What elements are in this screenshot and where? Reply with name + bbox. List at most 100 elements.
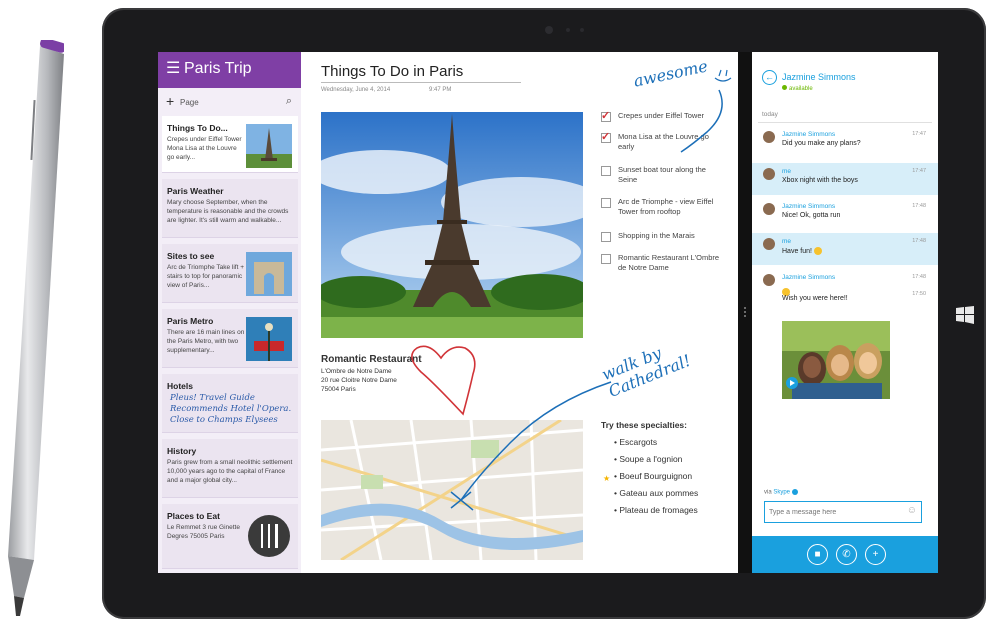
- note-date: Wednesday, June 4, 2014: [321, 87, 391, 93]
- shared-photo[interactable]: [782, 321, 890, 399]
- specialty-item: • Boeuf Bourguignon: [614, 471, 693, 481]
- eiffel-tower-photo[interactable]: [321, 112, 583, 338]
- checkbox[interactable]: [601, 198, 611, 208]
- eiffel-tower-thumbnail: [246, 124, 292, 168]
- page-title: Things To Do...: [167, 123, 228, 133]
- note-title[interactable]: Things To Do in Paris: [321, 63, 463, 80]
- page-item-sites-to-see[interactable]: Sites to see Arc de Triomphe Take lift +…: [162, 244, 298, 303]
- page-preview: Mary choose September, when the temperat…: [167, 199, 289, 224]
- surface-pen: [8, 40, 64, 616]
- smiley-emoticon-icon: [813, 247, 822, 255]
- sensor-icon: [580, 28, 584, 32]
- specialty-item: • Soupe a l'ognion: [614, 454, 683, 464]
- back-arrow-icon[interactable]: ←: [762, 70, 777, 85]
- message-text: Wish you were here!!: [782, 295, 848, 302]
- via-service: Skype: [773, 489, 791, 496]
- title-underline: [321, 82, 521, 83]
- page-title: Paris Metro: [167, 316, 214, 326]
- tablet-screen: ☰ Paris Trip + Page ⌕ Things To Do... Cr…: [158, 52, 938, 573]
- page-preview: Arc de Triomphe Take lift + stairs to to…: [167, 264, 245, 289]
- available-dot-icon: [782, 85, 787, 90]
- page-preview: Le Remmet 3 rue Ginette Degres 75005 Par…: [167, 524, 240, 540]
- note-page[interactable]: Things To Do in Paris Wednesday, June 4,…: [301, 52, 738, 573]
- checkbox[interactable]: [601, 166, 611, 176]
- star-icon: ★: [603, 474, 611, 483]
- checkbox[interactable]: [601, 232, 611, 242]
- ink-awesome: awesome: [631, 56, 710, 91]
- message-sender: me: [782, 238, 792, 245]
- message-text: Did you make any plans?: [782, 140, 861, 147]
- chat-message: Jazmine Simmons Did you make any plans? …: [752, 126, 938, 158]
- avatar: [763, 131, 775, 143]
- page-item-paris-metro[interactable]: Paris Metro There are 16 main lines on t…: [162, 309, 298, 368]
- notebook-header[interactable]: ☰ Paris Trip: [158, 52, 301, 88]
- message-input-box[interactable]: ☺: [764, 501, 922, 523]
- message-time: 17:47: [912, 168, 926, 174]
- page-title: Places to Eat: [167, 511, 220, 521]
- page-item-things-to-do[interactable]: Things To Do... Crepes under Eiffel Towe…: [162, 116, 298, 173]
- todo-text: Arc de Triomphe - view Eiffel Tower from…: [618, 197, 714, 216]
- phone-call-icon[interactable]: ✆: [836, 544, 857, 565]
- restaurant-title: Romantic Restaurant: [321, 354, 422, 365]
- add-icon[interactable]: +: [865, 544, 886, 565]
- via-skype-label[interactable]: via Skype: [764, 489, 798, 496]
- chat-message: Jazmine Simmons Nice! Ok, gotta run 17:4…: [752, 198, 938, 230]
- emoticon-icon[interactable]: ☺: [907, 506, 917, 516]
- plus-icon: +: [166, 93, 175, 109]
- page-item-history[interactable]: History Paris grew from a small neolithi…: [162, 439, 298, 498]
- page-preview: Crepes under Eiffel Tower Mona Lisa at t…: [167, 136, 242, 161]
- ink-walk-by-cathedral: walk by Cathedral!: [598, 343, 694, 401]
- presence-status: available: [782, 85, 813, 92]
- specialty-item: • Plateau de fromages: [614, 505, 698, 515]
- specialty-text: Plateau de fromages: [619, 505, 698, 515]
- todo-text: Romantic Restaurant L'Ombre de Notre Dam…: [618, 253, 720, 272]
- page-item-paris-weather[interactable]: Paris Weather Mary choose September, whe…: [162, 179, 298, 238]
- video-call-icon[interactable]: ■: [807, 544, 828, 565]
- message-text: Have fun!: [782, 247, 822, 255]
- specialty-text: Boeuf Bourguignon: [619, 471, 693, 481]
- paris-map[interactable]: [321, 420, 583, 560]
- specialty-text: Escargots: [619, 437, 658, 447]
- dropdown-icon[interactable]: [791, 489, 798, 495]
- specialty-text: Soupe a l'ognion: [619, 454, 683, 464]
- message-sender: Jazmine Simmons: [782, 203, 836, 210]
- day-label: today: [762, 111, 778, 118]
- chat-message: me Xbox night with the boys 17:47: [752, 163, 938, 195]
- specialty-item: • Escargots: [614, 437, 658, 447]
- divider-grip-icon[interactable]: [744, 307, 746, 317]
- chat-message: me Have fun! 17:48: [752, 233, 938, 265]
- contact-name[interactable]: Jazmine Simmons: [782, 72, 856, 82]
- avatar: [763, 274, 775, 286]
- specialty-text: Gateau aux pommes: [619, 488, 699, 498]
- chat-message: Jazmine Simmons Wish you were here!! 17:…: [752, 269, 938, 319]
- page-title: Paris Weather: [167, 186, 224, 196]
- page-item-places-to-eat[interactable]: Places to Eat Le Remmet 3 rue Ginette De…: [162, 504, 298, 569]
- todo-text: Crepes under Eiffel Tower: [618, 111, 705, 120]
- page-title: Hotels: [167, 381, 193, 391]
- windows-button-icon[interactable]: [954, 304, 976, 326]
- message-input[interactable]: [767, 504, 901, 520]
- search-icon[interactable]: ⌕: [286, 95, 292, 108]
- onenote-page-list: ☰ Paris Trip + Page ⌕ Things To Do... Cr…: [158, 52, 301, 573]
- specialties-title: Try these specialties:: [601, 420, 687, 430]
- page-preview: There are 16 main lines on the Paris Met…: [167, 329, 245, 354]
- metro-sign-thumbnail: [246, 317, 292, 361]
- message-text-content: Have fun!: [782, 247, 812, 255]
- page-item-hotels[interactable]: Hotels Pleus! Travel Guide Recommends Ho…: [162, 374, 298, 433]
- cutlery-icon: [248, 515, 290, 557]
- restaurant-street: 20 rue Cloitre Notre Dame: [321, 377, 397, 384]
- todo-text: Sunset boat tour along the Seine: [618, 165, 706, 184]
- handwritten-note: Pleus! Travel Guide Recommends Hotel l'O…: [170, 393, 292, 425]
- message-time: 17:50: [912, 291, 926, 297]
- message-sender: Jazmine Simmons: [782, 131, 836, 138]
- message-text: Xbox night with the boys: [782, 177, 858, 184]
- message-text: Nice! Ok, gotta run: [782, 212, 841, 219]
- restaurant-city: 75004 Paris: [321, 386, 356, 393]
- page-title: History: [167, 446, 197, 456]
- hamburger-menu-icon[interactable]: ☰: [166, 61, 180, 77]
- checkbox[interactable]: [601, 254, 611, 264]
- message-sender: me: [782, 168, 792, 175]
- message-time: 17:48: [912, 238, 926, 244]
- page-title: Sites to see: [167, 251, 215, 261]
- add-page-button[interactable]: + Page ⌕: [164, 93, 294, 112]
